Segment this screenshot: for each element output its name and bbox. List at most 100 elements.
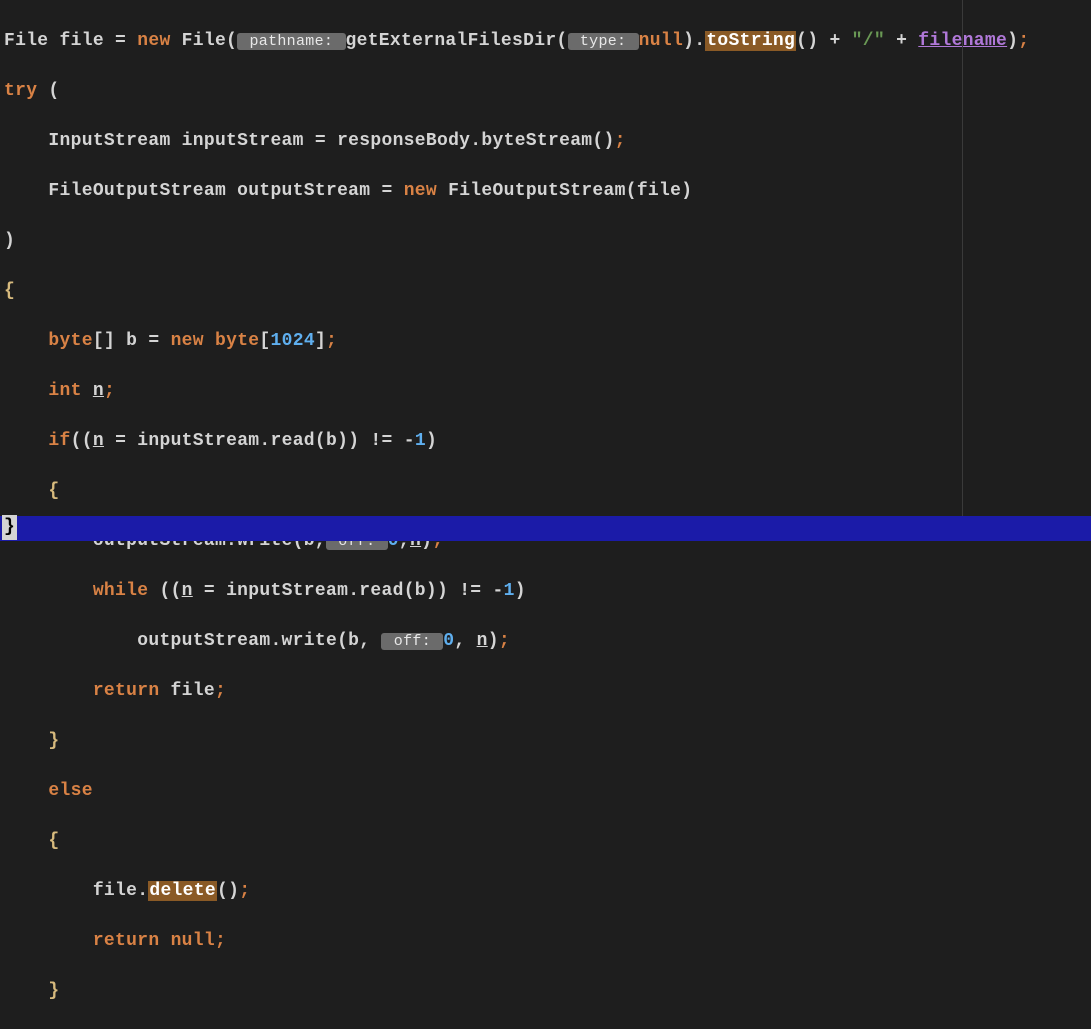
param-hint: pathname: [237, 33, 345, 50]
string-literal: "/" [852, 31, 885, 51]
code-line[interactable]: file.delete(); [4, 879, 1091, 904]
keyword-else: else [48, 781, 92, 801]
code-line[interactable]: { [4, 279, 1091, 304]
keyword-new: new [171, 331, 204, 351]
code: () + [796, 31, 852, 51]
code: ) [1007, 31, 1018, 51]
code-line[interactable]: outputStream.write(b, off: 0, n); [4, 629, 1091, 654]
param-hint: type: [568, 33, 639, 50]
brace: { [4, 281, 15, 301]
cursor-line-highlight[interactable] [0, 516, 1091, 541]
code-line[interactable]: return file; [4, 679, 1091, 704]
semicolon: ; [104, 381, 115, 401]
code-line[interactable]: try ( [4, 79, 1091, 104]
code-line[interactable]: } [4, 979, 1091, 1004]
indent [4, 681, 93, 701]
keyword-byte: byte [215, 331, 259, 351]
indent [4, 431, 48, 451]
code: ) [515, 581, 526, 601]
code-line[interactable]: return null; [4, 929, 1091, 954]
code-line[interactable]: int n; [4, 379, 1091, 404]
indent [4, 381, 48, 401]
indent [4, 631, 137, 651]
code-line[interactable]: else [4, 779, 1091, 804]
brace: } [48, 981, 59, 1001]
code: outputStream.write(b, [137, 631, 381, 651]
semicolon: ; [239, 881, 250, 901]
code [159, 931, 170, 951]
semicolon: ; [215, 681, 226, 701]
keyword-new: new [137, 31, 170, 51]
number: 1 [504, 581, 515, 601]
var-n: n [477, 631, 488, 651]
brace: { [48, 481, 59, 501]
cursor-brace: } [2, 515, 17, 540]
keyword-null: null [639, 31, 683, 51]
code: ] [315, 331, 326, 351]
right-margin-guide [962, 0, 963, 541]
code-line[interactable]: FileOutputStream outputStream = new File… [4, 179, 1091, 204]
indent [4, 981, 48, 1001]
var-n: n [93, 431, 104, 451]
number: 1024 [271, 331, 315, 351]
param-hint: off: [381, 633, 443, 650]
indent [4, 331, 48, 351]
indent [4, 131, 48, 151]
code: FileOutputStream(file) [437, 181, 692, 201]
indent [4, 781, 48, 801]
code: ). [683, 31, 705, 51]
keyword-if: if [48, 431, 70, 451]
code-line[interactable]: InputStream inputStream = responseBody.b… [4, 129, 1091, 154]
semicolon: ; [1018, 31, 1029, 51]
code: ) [488, 631, 499, 651]
code-editor[interactable]: File file = new File( pathname: getExter… [0, 0, 1091, 1029]
keyword-try: try [4, 81, 37, 101]
code-line[interactable]: } [4, 729, 1091, 754]
brace: { [48, 831, 59, 851]
code-line[interactable]: { [4, 479, 1091, 504]
method-highlight: delete [148, 881, 217, 901]
code: [ [259, 331, 270, 351]
indent [4, 831, 48, 851]
semicolon: ; [615, 131, 626, 151]
keyword-int: int [48, 381, 81, 401]
indent [4, 731, 48, 751]
code: file [159, 681, 215, 701]
code [204, 331, 215, 351]
keyword-return: return [93, 931, 160, 951]
indent [4, 581, 93, 601]
code-line[interactable]: byte[] b = new byte[1024]; [4, 329, 1091, 354]
code: () [217, 881, 239, 901]
code-line[interactable]: ) [4, 229, 1091, 254]
keyword-while: while [93, 581, 149, 601]
code: file. [93, 881, 149, 901]
code: ( [37, 81, 59, 101]
keyword-null: null [171, 931, 215, 951]
keyword-new: new [404, 181, 437, 201]
var-n: n [182, 581, 193, 601]
indent [4, 931, 93, 951]
code: File( [171, 31, 238, 51]
number: 1 [415, 431, 426, 451]
code: = inputStream.read(b)) != - [193, 581, 504, 601]
code: , [454, 631, 476, 651]
code: [] b = [93, 331, 171, 351]
code: FileOutputStream outputStream = [48, 181, 403, 201]
code: ) [426, 431, 437, 451]
semicolon: ; [499, 631, 510, 651]
code: + [885, 31, 918, 51]
keyword-return: return [93, 681, 160, 701]
code-line[interactable]: while ((n = inputStream.read(b)) != -1) [4, 579, 1091, 604]
code-line[interactable]: if((n = inputStream.read(b)) != -1) [4, 429, 1091, 454]
code-line[interactable]: { [4, 829, 1091, 854]
semicolon: ; [326, 331, 337, 351]
code [82, 381, 93, 401]
number: 0 [443, 631, 454, 651]
indent [4, 481, 48, 501]
var-n: n [93, 381, 104, 401]
indent [4, 181, 48, 201]
code: (( [71, 431, 93, 451]
indent [4, 881, 93, 901]
code-line[interactable]: File file = new File( pathname: getExter… [4, 29, 1091, 54]
code: File file = [4, 31, 137, 51]
